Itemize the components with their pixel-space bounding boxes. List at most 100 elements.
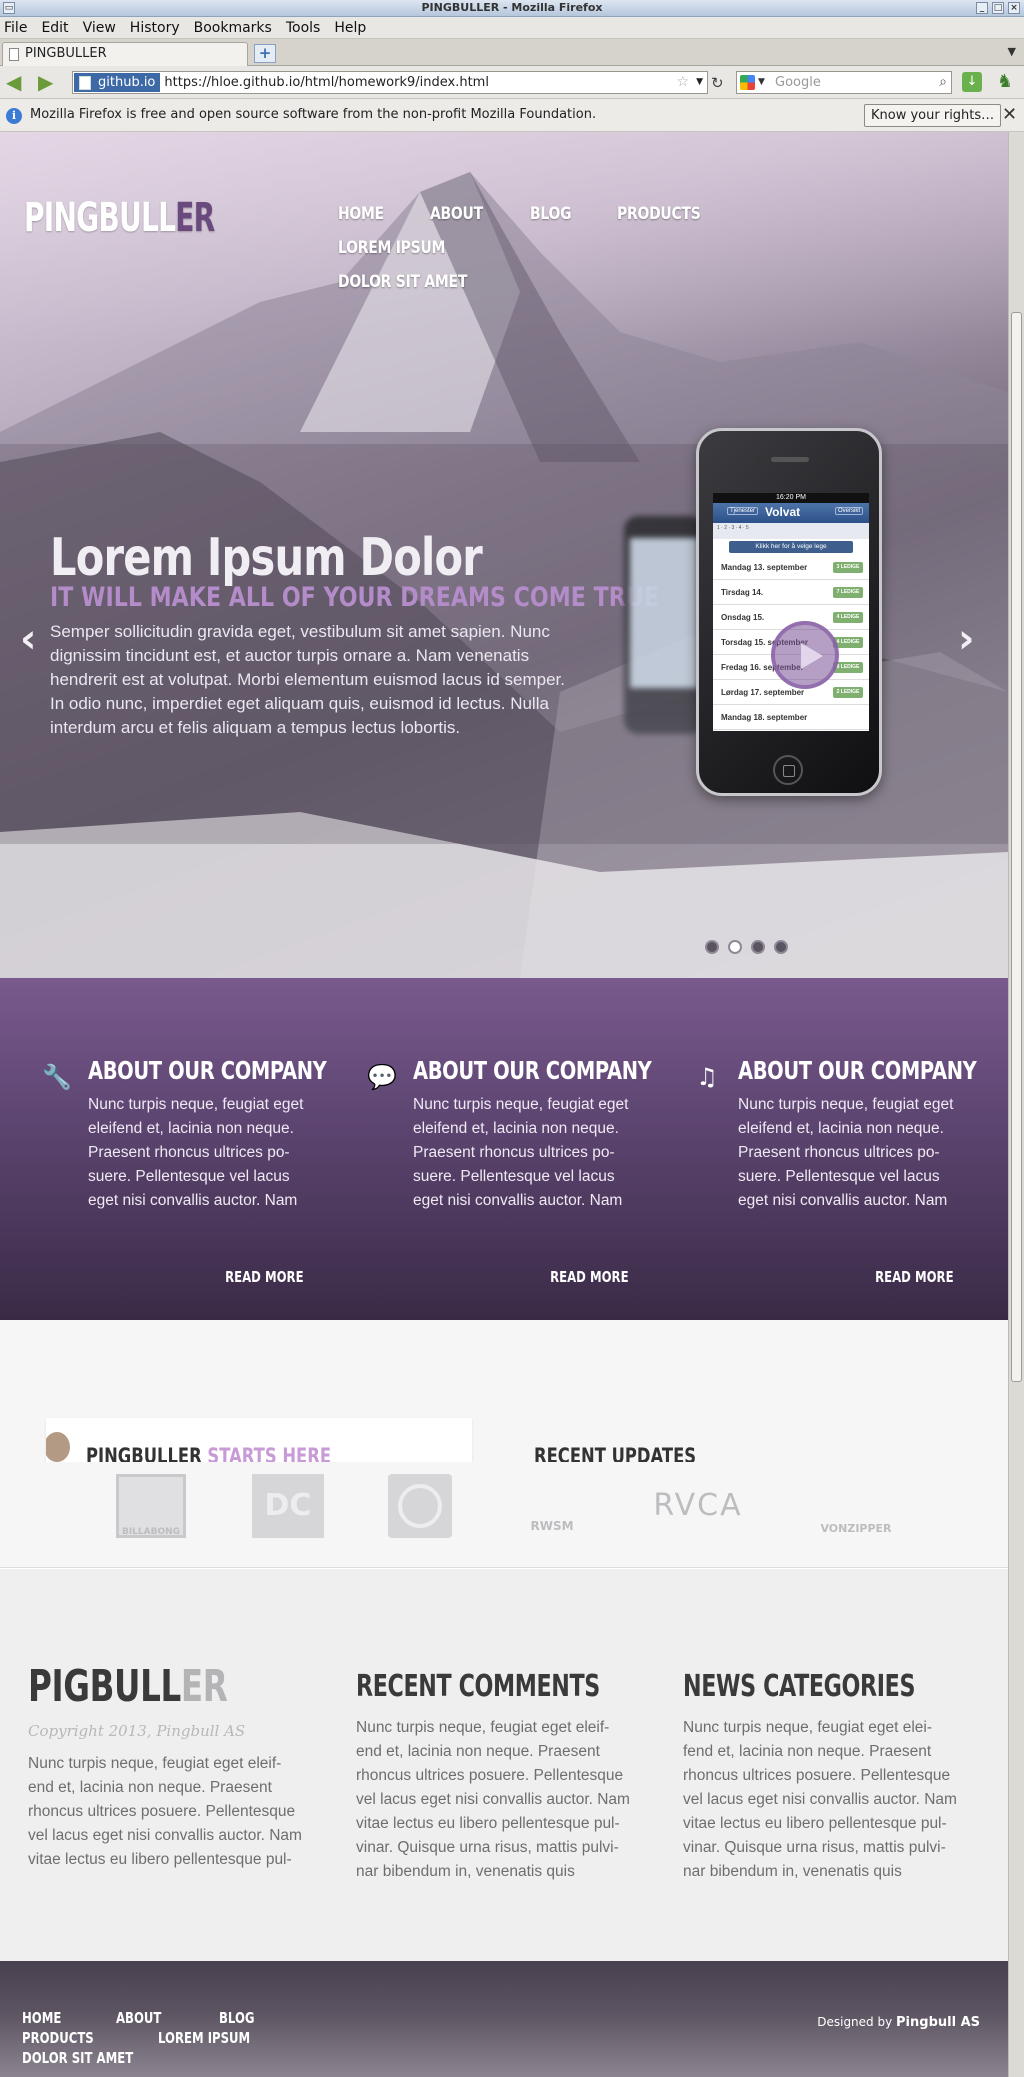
nav-lorem-ipsum[interactable]: LOREM IPSUM bbox=[338, 238, 445, 258]
site-logo[interactable]: PINGBULLER bbox=[24, 195, 215, 241]
feature-text: Nunc turpis neque, feugiat eget eleifend… bbox=[88, 1096, 304, 1209]
bottom-bar: HOME ABOUT BLOG PRODUCTS LOREM IPSUM DOLOR SI… bbox=[0, 1961, 1008, 2077]
maximize-button[interactable]: □ bbox=[992, 2, 1004, 14]
menu-help[interactable]: Help bbox=[334, 20, 366, 36]
footer-nav-about[interactable]: ABOUT bbox=[116, 2009, 161, 2027]
notification-bar: i Mozilla Firefox is free and open sourc… bbox=[0, 99, 1024, 132]
footer-logo[interactable]: PIGBULLER bbox=[28, 1661, 235, 1712]
info-icon: i bbox=[6, 108, 22, 124]
menu-history[interactable]: History bbox=[130, 20, 180, 36]
footer-nav: HOME ABOUT BLOG PRODUCTS LOREM IPSUM DOLOR SI… bbox=[22, 2009, 442, 2069]
read-more-link[interactable]: READ MORE bbox=[551, 1268, 629, 1286]
feature-card: 💬 ABOUT OUR COMPANY Nunc turpis neque, f… bbox=[367, 1056, 652, 1286]
minimize-button[interactable]: _ bbox=[976, 2, 988, 14]
tab-bar: PINGBULLER + ▼ bbox=[0, 39, 1024, 66]
slider-next-arrow-icon[interactable]: › bbox=[958, 616, 974, 662]
know-your-rights-button[interactable]: Know your rights… bbox=[864, 104, 1002, 127]
search-bar[interactable]: ▼ Google ⌕ bbox=[736, 71, 952, 94]
read-more-link[interactable]: READ MORE bbox=[226, 1268, 304, 1286]
phone-home-button bbox=[773, 755, 803, 785]
bookmark-star-icon[interactable]: ☆ bbox=[676, 72, 689, 93]
site-footer: PIGBULLER Copyright 2013, Pingbull AS Nu… bbox=[0, 1569, 1008, 1961]
features-section: 🔧 ABOUT OUR COMPANY Nunc turpis neque, f… bbox=[0, 978, 1008, 1320]
slider-dot-1[interactable] bbox=[705, 940, 719, 954]
read-more-link[interactable]: READ MORE bbox=[876, 1268, 954, 1286]
recent-updates-title: RECENT UPDATES bbox=[534, 1444, 697, 1464]
vonzipper-logo[interactable]: VONZIPPER bbox=[812, 1474, 900, 1538]
url-history-dropdown-icon[interactable]: ▼ bbox=[696, 72, 703, 93]
search-placeholder: Google bbox=[775, 75, 821, 90]
recent-comments-text: Nunc turpis neque, feugiat eget eleif- e… bbox=[356, 1719, 630, 1880]
footer-nav-products[interactable]: PRODUCTS bbox=[22, 2029, 94, 2047]
footer-nav-dolor-sit-amet[interactable]: DOLOR SIT AMET bbox=[22, 2049, 133, 2067]
search-engine-dropdown-icon[interactable]: ▼ bbox=[758, 72, 765, 93]
element-logo[interactable] bbox=[388, 1474, 452, 1538]
slider-dot-3[interactable] bbox=[751, 940, 765, 954]
footer-nav-blog[interactable]: BLOG bbox=[219, 2009, 255, 2027]
addon-icon[interactable]: ♞ bbox=[994, 72, 1016, 94]
nav-dolor-sit-amet[interactable]: DOLOR SIT AMET bbox=[338, 272, 467, 292]
recent-comments-title: RECENT COMMENTS bbox=[356, 1669, 600, 1704]
notification-text: Mozilla Firefox is free and open source … bbox=[30, 107, 597, 122]
tab-pingbuller[interactable]: PINGBULLER bbox=[2, 42, 248, 66]
video-play-icon[interactable] bbox=[771, 621, 839, 689]
slider-prev-arrow-icon[interactable]: ‹ bbox=[20, 616, 36, 662]
billabong-logo[interactable]: BILLABONG bbox=[116, 1474, 186, 1538]
downloads-icon[interactable]: ↓ bbox=[962, 72, 982, 92]
phone-screen: 16:20 PM Tjenester Volvat Oversikt 1 · 2… bbox=[713, 493, 869, 731]
nav-products[interactable]: PRODUCTS bbox=[617, 204, 701, 224]
slider-dot-4[interactable] bbox=[774, 940, 788, 954]
footer-nav-lorem-ipsum[interactable]: LOREM IPSUM bbox=[158, 2029, 250, 2047]
window-menu-icon[interactable]: ▭ bbox=[3, 2, 15, 14]
footer-comments: RECENT COMMENTS Nunc turpis neque, feugi… bbox=[356, 1669, 636, 1884]
search-icon[interactable]: ⌕ bbox=[939, 72, 947, 93]
phone-status-time: 16:20 PM bbox=[713, 493, 869, 503]
forward-button[interactable]: ▶ bbox=[38, 71, 53, 93]
nav-blog[interactable]: BLOG bbox=[530, 204, 572, 224]
close-notification-icon[interactable]: ✕ bbox=[1002, 99, 1017, 131]
music-note-icon: ♫ bbox=[696, 1063, 718, 1091]
menu-bar: File Edit View History Bookmarks Tools H… bbox=[0, 17, 1024, 39]
peek-title: PINGBULLER STARTS HERE bbox=[86, 1444, 332, 1462]
phone-speaker bbox=[771, 457, 809, 462]
feature-title: ABOUT OUR COMPANY bbox=[413, 1056, 652, 1085]
reload-icon[interactable]: ↻ bbox=[711, 74, 724, 92]
page-icon bbox=[9, 48, 19, 61]
url-bar[interactable]: github.io https://hloe.github.io/html/hom… bbox=[72, 71, 708, 94]
feature-text: Nunc turpis neque, feugiat eget eleifend… bbox=[413, 1096, 629, 1209]
nav-about[interactable]: ABOUT bbox=[430, 204, 483, 224]
page-scrollbar[interactable] bbox=[1008, 132, 1024, 2077]
menu-edit[interactable]: Edit bbox=[41, 20, 68, 36]
slider-dot-2[interactable] bbox=[728, 940, 742, 954]
phone-row: Mandag 13. september 3 LEDIGE bbox=[713, 555, 869, 580]
phone-image: 16:20 PM Tjenester Volvat Oversikt 1 · 2… bbox=[696, 428, 882, 796]
feature-title: ABOUT OUR COMPANY bbox=[738, 1056, 977, 1085]
phone-row: Tirsdag 14. 7 LEDIGE bbox=[713, 580, 869, 605]
close-window-button[interactable]: × bbox=[1008, 2, 1020, 14]
partners-section: PINGBULLER STARTS HERE RECENT UPDATES BI… bbox=[0, 1320, 1008, 1568]
footer-categories: NEWS CATEGORIES Nunc turpis neque, feugi… bbox=[683, 1669, 963, 1884]
menu-tools[interactable]: Tools bbox=[286, 20, 321, 36]
rvca-logo[interactable]: RVCA bbox=[646, 1474, 750, 1538]
phone-cta: Klikk her for å velge lege bbox=[729, 541, 853, 553]
new-tab-button[interactable]: + bbox=[254, 44, 276, 63]
site-identity-button[interactable]: github.io bbox=[74, 73, 161, 92]
url-text[interactable]: https://hloe.github.io/html/homework9/in… bbox=[164, 75, 489, 90]
search-engine-icon[interactable] bbox=[740, 75, 755, 90]
footer-nav-home[interactable]: HOME bbox=[22, 2009, 61, 2027]
rwsm-logo[interactable]: RWSM bbox=[522, 1474, 582, 1538]
news-categories-title: NEWS CATEGORIES bbox=[683, 1669, 916, 1704]
nav-home[interactable]: HOME bbox=[338, 204, 384, 224]
page-viewport: PINGBULLER HOME ABOUT BLOG PRODUCTS LOREM IP… bbox=[0, 132, 1008, 2077]
dc-logo[interactable]: DC bbox=[252, 1474, 324, 1538]
designer-link[interactable]: Pingbull AS bbox=[896, 2015, 980, 2030]
scrollbar-thumb[interactable] bbox=[1011, 312, 1022, 1382]
menu-file[interactable]: File bbox=[4, 20, 27, 36]
list-tabs-icon[interactable]: ▼ bbox=[1008, 45, 1016, 58]
main-nav: HOME ABOUT BLOG PRODUCTS LOREM IPSUM DOLOR SI… bbox=[338, 204, 808, 306]
menu-bookmarks[interactable]: Bookmarks bbox=[194, 20, 272, 36]
slide-title: Lorem Ipsum Dolor bbox=[50, 528, 483, 588]
back-button[interactable]: ◀ bbox=[6, 71, 21, 93]
footer-about: PIGBULLER Copyright 2013, Pingbull AS Nu… bbox=[28, 1661, 308, 1872]
menu-view[interactable]: View bbox=[83, 20, 116, 36]
